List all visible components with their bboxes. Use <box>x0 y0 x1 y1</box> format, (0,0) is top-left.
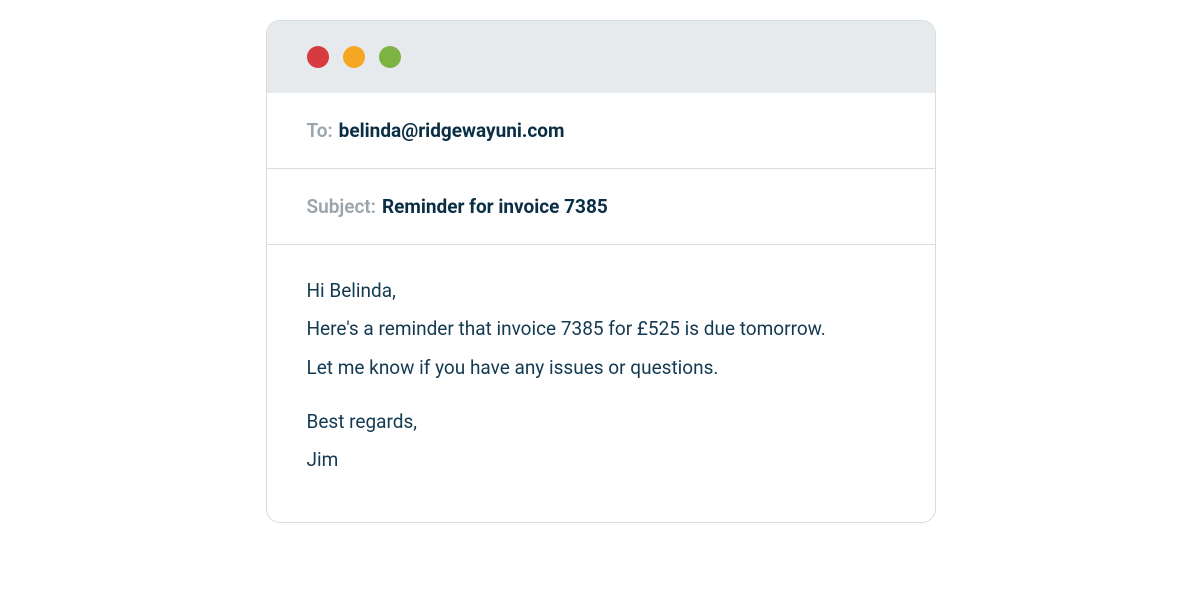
body-line1: Here's a reminder that invoice 7385 for … <box>307 313 895 345</box>
window-titlebar <box>267 21 935 93</box>
body-line2: Let me know if you have any issues or qu… <box>307 352 895 384</box>
body-signoff: Best regards, <box>307 406 895 438</box>
email-window: To: belinda@ridgewayuni.com Subject: Rem… <box>266 20 936 523</box>
email-body[interactable]: Hi Belinda, Here's a reminder that invoi… <box>267 245 935 522</box>
subject-row: Subject: Reminder for invoice 7385 <box>267 169 935 245</box>
maximize-icon[interactable] <box>379 46 401 68</box>
subject-label: Subject: <box>307 195 376 218</box>
body-greeting: Hi Belinda, <box>307 275 895 307</box>
to-label: To: <box>307 119 333 142</box>
to-row: To: belinda@ridgewayuni.com <box>267 93 935 169</box>
close-icon[interactable] <box>307 46 329 68</box>
body-sender: Jim <box>307 444 895 476</box>
to-value[interactable]: belinda@ridgewayuni.com <box>339 119 565 142</box>
minimize-icon[interactable] <box>343 46 365 68</box>
subject-value[interactable]: Reminder for invoice 7385 <box>382 195 608 218</box>
